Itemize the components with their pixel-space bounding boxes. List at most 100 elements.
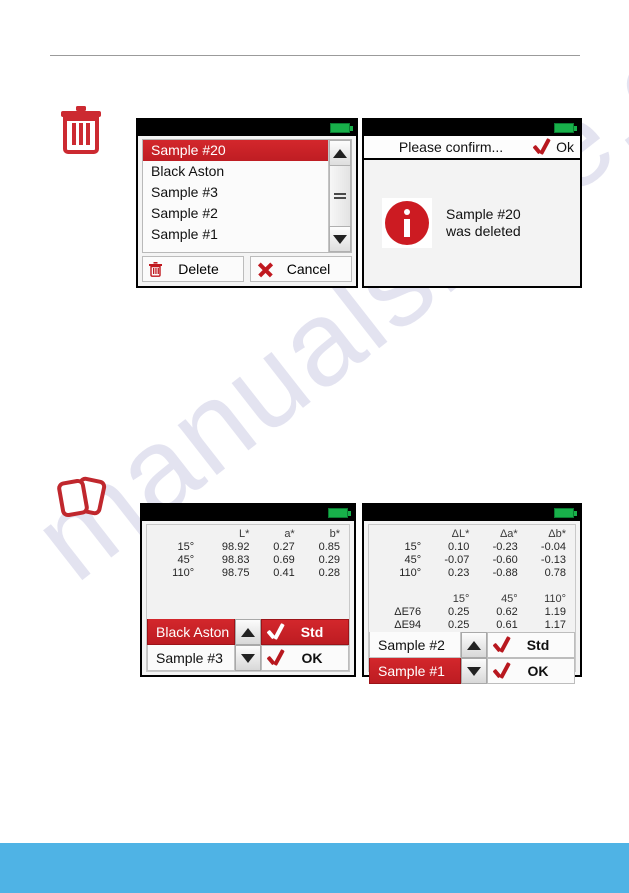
scroll-up-button[interactable]	[235, 619, 261, 645]
triangle-up-icon	[333, 148, 347, 158]
battery-icon	[554, 508, 577, 518]
delete-button[interactable]: Delete	[142, 256, 244, 282]
list-item[interactable]: Sample #20	[143, 140, 328, 161]
sample-name-selected[interactable]: Sample #1	[369, 658, 461, 684]
table-row: 15° 98.92 0.27 0.85	[151, 541, 343, 554]
scroll-up-button[interactable]	[329, 140, 351, 166]
cell-value: 0.29	[318, 554, 340, 566]
column-header	[151, 528, 197, 541]
sample-name[interactable]: Sample #3	[147, 645, 235, 671]
triangle-up-icon	[241, 627, 255, 637]
ok-button[interactable]: OK	[487, 658, 575, 684]
scroll-up-button[interactable]	[461, 632, 487, 658]
sample-stepper	[235, 619, 261, 671]
row-label: 45°	[404, 554, 422, 566]
sample-name-selected[interactable]: Black Aston	[147, 619, 235, 645]
std-button[interactable]: Std	[261, 619, 349, 645]
scroll-down-button[interactable]	[461, 658, 487, 684]
std-button[interactable]: Std	[487, 632, 575, 658]
cell-value: 98.92	[221, 541, 250, 553]
row-label: ΔE76	[394, 606, 422, 618]
table-row: 15° 0.10 -0.23 -0.04	[373, 541, 569, 554]
triangle-down-icon	[333, 234, 347, 244]
check-icon	[532, 139, 552, 155]
column-header: ΔL*	[451, 528, 470, 540]
column-header: 110°	[544, 593, 566, 605]
sample-list-body: Sample #20 Black Aston Sample #3 Sample …	[138, 136, 356, 286]
list-item[interactable]: Sample #3	[143, 182, 328, 203]
row-label: ΔE94	[394, 619, 422, 631]
table-row: 45° 98.83 0.69 0.29	[151, 554, 343, 567]
scrollbar-track[interactable]	[329, 166, 351, 226]
trash-icon	[58, 104, 104, 159]
column-header	[373, 528, 424, 541]
cell-value: -0.13	[540, 554, 566, 566]
table-row: ΔE94 0.25 0.61 1.17	[373, 619, 569, 632]
screen-measurement-difference: ΔL* Δa* Δb* 15° 0.10 -0.23 -0.04 45° -0.…	[362, 503, 582, 684]
scrollbar-thumb-grip-icon	[334, 191, 346, 201]
column-header: 15°	[452, 593, 470, 605]
battery-icon	[328, 508, 351, 518]
sample-list-actions: Delete Cancel	[142, 256, 352, 282]
cell-value: 98.75	[221, 567, 250, 579]
check-icon	[266, 624, 286, 640]
measurement-standard-body: L* a* b* 15° 98.92 0.27 0.85 45° 98.83 0…	[142, 521, 354, 675]
cell-value: 0.25	[448, 619, 470, 631]
column-header: b*	[329, 528, 340, 540]
measurement-panel: L* a* b* 15° 98.92 0.27 0.85 45° 98.83 0…	[146, 524, 350, 672]
list-item[interactable]: Sample #2	[143, 203, 328, 224]
table-row: 110° 0.23 -0.88 0.78	[373, 567, 569, 580]
sample-list: Sample #20 Black Aston Sample #3 Sample …	[142, 139, 352, 253]
status-bar	[364, 120, 580, 136]
measurement-data-area: ΔL* Δa* Δb* 15° 0.10 -0.23 -0.04 45° -0.…	[369, 525, 575, 632]
sample-name-column: Black Aston Sample #3	[147, 619, 235, 671]
scroll-down-button[interactable]	[329, 226, 351, 252]
triangle-up-icon	[467, 640, 481, 650]
check-icon	[492, 663, 512, 679]
info-badge	[382, 198, 432, 248]
cancel-button-label: Cancel	[286, 261, 331, 277]
ok-button[interactable]: OK	[261, 645, 349, 671]
cell-value: 0.61	[496, 619, 518, 631]
ok-button[interactable]: Ok	[532, 139, 574, 155]
ok-button-label: OK	[527, 663, 549, 679]
cell-value: -0.04	[540, 541, 566, 553]
list-scrollbar[interactable]	[328, 140, 351, 252]
cancel-button[interactable]: Cancel	[250, 256, 352, 282]
column-header	[373, 593, 424, 606]
ok-button-label: Ok	[556, 139, 574, 155]
cell-value: 0.41	[273, 567, 295, 579]
scroll-down-button[interactable]	[235, 645, 261, 671]
sample-name[interactable]: Sample #2	[369, 632, 461, 658]
cell-value: -0.88	[492, 567, 518, 579]
confirm-content: Sample #20 was deleted	[364, 160, 580, 286]
std-button-label: Std	[526, 637, 550, 653]
ok-button-label: OK	[301, 650, 323, 666]
battery-icon	[554, 123, 577, 133]
check-icon	[266, 650, 286, 666]
triangle-down-icon	[467, 666, 481, 676]
table-spacer-row	[373, 580, 569, 593]
cell-value: 0.62	[496, 606, 518, 618]
cell-value: -0.07	[444, 554, 470, 566]
cell-value: 0.25	[448, 606, 470, 618]
row-label: 15°	[177, 541, 195, 553]
cards-icon	[56, 474, 108, 527]
status-bar	[364, 505, 580, 521]
list-item[interactable]: Sample #1	[143, 224, 328, 245]
triangle-down-icon	[241, 653, 255, 663]
sample-list-rows: Sample #20 Black Aston Sample #3 Sample …	[143, 140, 328, 252]
column-header: Δb*	[548, 528, 566, 540]
cell-value: -0.23	[492, 541, 518, 553]
cell-value: 0.23	[448, 567, 470, 579]
measurement-difference-body: ΔL* Δa* Δb* 15° 0.10 -0.23 -0.04 45° -0.…	[364, 521, 580, 684]
delta-e-header-row: 15° 45° 110°	[373, 593, 569, 606]
list-item[interactable]: Black Aston	[143, 161, 328, 182]
confirm-message-line2: was deleted	[446, 223, 521, 239]
cell-value: 0.85	[318, 541, 340, 553]
measurement-actions: Std OK	[261, 619, 349, 671]
table-row: 45° -0.07 -0.60 -0.13	[373, 554, 569, 567]
dialog-title: Please confirm...	[398, 139, 504, 155]
table-header-row: L* a* b*	[151, 528, 343, 541]
status-bar	[138, 120, 356, 136]
